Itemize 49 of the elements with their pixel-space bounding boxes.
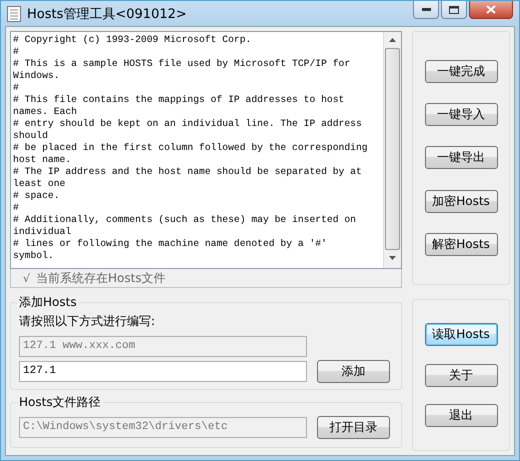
window-title: Hosts管理工具<091012> [27, 6, 187, 22]
text-line: # Copyright (c) 1993-2009 Microsoft Corp. [13, 34, 252, 46]
text-line: names. Each [13, 106, 78, 118]
action-button[interactable]: 一键完成 [424, 60, 498, 84]
instruction-text: 请按照以下方式进行编写: [19, 313, 156, 330]
example-field[interactable]: 127.1 www.xxx.com [19, 336, 307, 356]
minimize-icon [422, 8, 430, 12]
text-line: # lines or following the machine name denoted by a '#' [13, 238, 328, 250]
status-text: 当前系统存在Hosts文件 [36, 270, 166, 286]
text-line: # [13, 82, 20, 94]
status-icon: √ [23, 272, 30, 284]
up-arrow-icon [389, 38, 396, 42]
text-line: Windows. [13, 70, 61, 82]
text-line: # This is a sample HOSTS file used by Microsoft TCP/IP for [13, 58, 352, 70]
text-line: host name. [13, 154, 72, 166]
add-button[interactable]: 添加 [317, 360, 390, 382]
text-line: # [13, 202, 20, 214]
maximize-icon [449, 6, 459, 14]
close-button[interactable] [469, 1, 513, 19]
minimize-button[interactable] [413, 1, 439, 19]
text-line: should [13, 130, 49, 142]
close-icon [486, 5, 496, 14]
action-button[interactable]: 一键导入 [424, 103, 498, 126]
hosts-text-area[interactable] [10, 31, 402, 269]
down-arrow-icon [389, 256, 396, 260]
group-title: Hosts文件路径 [18, 394, 102, 410]
scrollbar[interactable] [383, 32, 401, 268]
text-line: # This file contains the mappings of IP addresses to host [13, 94, 346, 106]
group-title: 添加Hosts [18, 294, 78, 311]
text-line: # be placed in the first column followed by the corresponding [13, 142, 369, 154]
path-field[interactable]: C:\Windows\system32\drivers\etc [19, 416, 307, 438]
action-button[interactable]: 加密Hosts [424, 190, 498, 213]
action-button[interactable]: 一键导出 [424, 146, 498, 170]
action-button[interactable]: 退出 [424, 404, 498, 427]
action-button[interactable]: 读取Hosts [424, 323, 498, 346]
text-line: # space. [13, 190, 61, 202]
text-line: # Additionally, comments (such as these) may be inserted on [13, 214, 357, 226]
host-input-field[interactable]: 127.1 [19, 360, 307, 382]
open-folder-button[interactable]: 打开目录 [317, 416, 390, 438]
text-line: least one [13, 178, 66, 190]
text-line: symbol. [13, 250, 55, 262]
document-icon [7, 6, 21, 22]
text-line: individual [13, 226, 72, 238]
text-line: # entry should be kept on an individual line. The IP address [13, 118, 363, 130]
text-line: # The IP address and the host name should be separated by at [13, 166, 363, 178]
action-button[interactable]: 解密Hosts [424, 232, 498, 256]
action-button[interactable]: 关于 [424, 364, 498, 386]
text-line: # [13, 46, 20, 58]
maximize-button[interactable] [441, 1, 467, 19]
